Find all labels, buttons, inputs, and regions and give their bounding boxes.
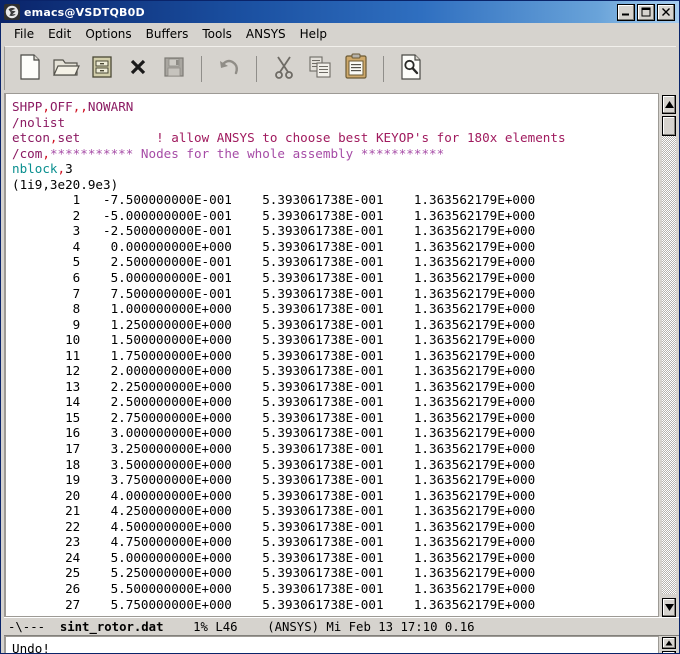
node-row: 24 5.000000000E+000 5.393061738E-001 1.3… [12, 549, 536, 565]
menu-item-help[interactable]: Help [293, 25, 334, 43]
echo-scroll-up-button[interactable] [662, 637, 676, 649]
paste-button[interactable] [339, 50, 373, 88]
toolbar [4, 46, 676, 90]
title-bar: emacs@VSDTQB0D [1, 1, 679, 23]
code-line: etcon,set ! allow ANSYS to choose best K… [12, 130, 566, 146]
node-row: 22 4.500000000E+000 5.393061738E-001 1.3… [12, 518, 536, 534]
mode-line-line-number: L46 [215, 619, 238, 634]
mode-line-load-average: 0.16 [444, 619, 475, 634]
emacs-icon [4, 4, 20, 20]
node-row: 7 7.500000000E-001 5.393061738E-001 1.36… [12, 285, 536, 301]
node-row: 19 3.750000000E+000 5.393061738E-001 1.3… [12, 472, 536, 488]
open-file-button[interactable] [49, 50, 83, 88]
code-line: /nolist [12, 114, 66, 130]
code-line: SHPP,OFF,,NOWARN [12, 99, 134, 114]
mode-line-datetime: Mi Feb 13 17:10 [326, 619, 438, 634]
menu-item-tools[interactable]: Tools [195, 25, 239, 43]
floppy-save-icon [162, 55, 186, 83]
save-as-button [157, 50, 191, 88]
echo-area: Undo! [1, 636, 679, 653]
node-row: 2 -5.000000000E-001 5.393061738E-001 1.3… [12, 207, 536, 223]
node-row: 6 5.000000000E-001 5.393061738E-001 1.36… [12, 270, 536, 286]
toolbar-container [1, 44, 679, 93]
emacs-window: emacs@VSDTQB0D File Edit Options Buffers… [0, 0, 680, 654]
scroll-trough[interactable] [662, 116, 676, 594]
menu-item-file[interactable]: File [7, 25, 41, 43]
search-button[interactable] [394, 50, 428, 88]
node-row: 1 -7.500000000E-001 5.393061738E-001 1.3… [12, 192, 536, 208]
scroll-thumb[interactable] [662, 116, 676, 136]
node-row: 18 3.500000000E+000 5.393061738E-001 1.3… [12, 456, 536, 472]
node-row: 16 3.000000000E+000 5.393061738E-001 1.3… [12, 425, 536, 441]
window-controls [617, 3, 677, 21]
node-row: 3 -2.500000000E-001 5.393061738E-001 1.3… [12, 223, 536, 239]
node-row: 11 1.750000000E+000 5.393061738E-001 1.3… [12, 347, 536, 363]
node-row: 8 1.000000000E+000 5.393061738E-001 1.36… [12, 301, 536, 317]
menu-item-buffers[interactable]: Buffers [139, 25, 196, 43]
toolbar-separator [383, 55, 384, 82]
toolbar-separator [256, 55, 257, 82]
copy-icon [307, 54, 333, 84]
node-row: 9 1.250000000E+000 5.393061738E-001 1.36… [12, 316, 536, 332]
node-row: 21 4.250000000E+000 5.393061738E-001 1.3… [12, 503, 536, 519]
minimize-button[interactable] [617, 3, 635, 21]
text-frame[interactable]: SHPP,OFF,,NOWARN/nolist etcon,set ! allow… [4, 93, 658, 617]
save-buffer-button[interactable] [85, 50, 119, 88]
scroll-up-button[interactable] [662, 95, 676, 114]
node-row: 23 4.750000000E+000 5.393061738E-001 1.3… [12, 534, 536, 550]
copy-button[interactable] [303, 50, 337, 88]
toolbar-separator [201, 55, 202, 82]
kill-buffer-button[interactable] [121, 50, 155, 88]
node-row: 13 2.250000000E+000 5.393061738E-001 1.3… [12, 378, 536, 394]
new-file-button[interactable] [13, 50, 47, 88]
mode-line-flags: -\--- [8, 619, 46, 634]
menu-item-edit[interactable]: Edit [41, 25, 78, 43]
menu-item-ansys[interactable]: ANSYS [239, 25, 293, 43]
node-row: 5 2.500000000E-001 5.393061738E-001 1.36… [12, 254, 536, 270]
node-row: 10 1.500000000E+000 5.393061738E-001 1.3… [12, 332, 536, 348]
code-line: /com,*********** Nodes for the whole ass… [12, 145, 445, 161]
echo-message[interactable]: Undo! [4, 636, 658, 653]
node-row: 14 2.500000000E+000 5.393061738E-001 1.3… [12, 394, 536, 410]
maximize-button[interactable] [637, 3, 655, 21]
mode-line-buffer-name: sint_rotor.dat [59, 619, 164, 634]
scissors-cut-icon [272, 54, 296, 84]
node-row: 4 0.000000000E+000 5.393061738E-001 1.36… [12, 238, 536, 254]
code-line: nblock,3 [12, 161, 73, 177]
cut-button[interactable] [267, 50, 301, 88]
node-row: 15 2.750000000E+000 5.393061738E-001 1.3… [12, 409, 536, 425]
search-page-icon [398, 53, 424, 85]
code-line: (1i9,3e20.9e3) [12, 176, 119, 192]
node-row: 27 5.750000000E+000 5.393061738E-001 1.3… [12, 596, 536, 612]
menu-item-options[interactable]: Options [78, 25, 138, 43]
new-file-icon [17, 53, 43, 85]
window-title: emacs@VSDTQB0D [24, 5, 145, 19]
buffer-text[interactable]: SHPP,OFF,,NOWARN/nolist etcon,set ! allow… [6, 94, 658, 612]
undo-button [212, 50, 246, 88]
node-row: 20 4.000000000E+000 5.393061738E-001 1.3… [12, 487, 536, 503]
echo-scrollbar[interactable] [658, 636, 679, 653]
editor-body: SHPP,OFF,,NOWARN/nolist etcon,set ! allow… [1, 93, 679, 617]
close-x-icon [128, 56, 148, 82]
mode-line-percent: 1% [193, 619, 208, 634]
mode-line[interactable]: -\--- sint_rotor.dat 1% L46 (ANSYS) Mi F… [4, 617, 679, 636]
node-row: 17 3.250000000E+000 5.393061738E-001 1.3… [12, 441, 536, 457]
buffer-scrollbar[interactable] [658, 93, 679, 617]
open-folder-icon [52, 54, 80, 84]
clipboard-paste-icon [344, 53, 368, 84]
node-row: 12 2.000000000E+000 5.393061738E-001 1.3… [12, 363, 536, 379]
undo-arrow-icon [216, 55, 242, 83]
mode-line-major-mode: (ANSYS) [267, 619, 320, 634]
file-cabinet-icon [90, 54, 114, 84]
close-button[interactable] [657, 3, 675, 21]
node-row: 26 5.500000000E+000 5.393061738E-001 1.3… [12, 580, 536, 596]
scroll-down-button[interactable] [662, 598, 676, 617]
menu-bar: File Edit Options Buffers Tools ANSYS He… [1, 23, 679, 44]
node-row: 25 5.250000000E+000 5.393061738E-001 1.3… [12, 565, 536, 581]
